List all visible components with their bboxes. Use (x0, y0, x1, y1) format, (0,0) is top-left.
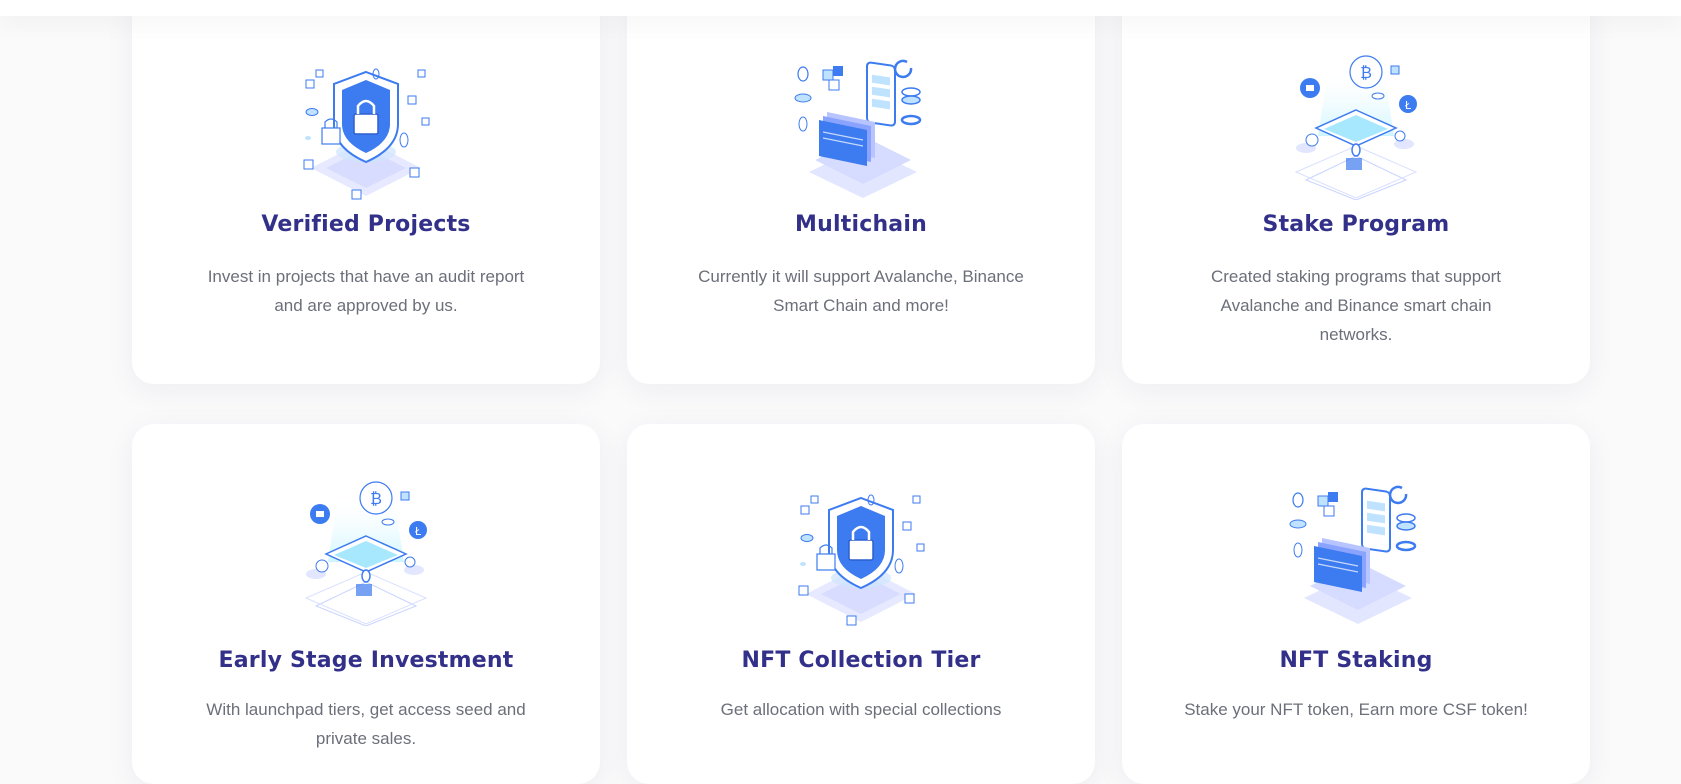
multichain-phone-icon (781, 40, 941, 200)
feature-description: Get allocation with special collections (720, 700, 1002, 719)
feature-description: Invest in projects that have an audit re… (207, 267, 525, 315)
shield-lock-icon (781, 466, 941, 626)
feature-card-verified-projects: Verified Projects Invest in projects tha… (132, 0, 600, 384)
feature-description: Stake your NFT token, Earn more CSF toke… (1184, 700, 1528, 719)
feature-title: Multichain (795, 212, 927, 237)
feature-title: NFT Collection Tier (741, 648, 981, 673)
feature-title: Early Stage Investment (218, 648, 514, 673)
crypto-tablet-icon: ₿ Ł (1276, 40, 1436, 201)
shield-lock-icon (286, 40, 446, 200)
feature-title: NFT Staking (1279, 648, 1433, 673)
feature-card-stake-program: ₿ Ł Stake Program Created staking progra… (1122, 0, 1590, 384)
top-header-strip (0, 0, 1681, 16)
feature-title: Verified Projects (261, 212, 471, 237)
feature-title: Stake Program (1262, 212, 1450, 237)
feature-card-multichain: Multichain Currently it will support Ava… (627, 0, 1095, 384)
svg-text:₿: ₿ (370, 489, 382, 508)
feature-card-early-stage-investment: ₿ Ł Early Stage Investment With launchpa… (132, 424, 600, 784)
multichain-phone-icon (1276, 466, 1436, 626)
svg-text:₿: ₿ (1360, 63, 1372, 82)
svg-text:Ł: Ł (1404, 99, 1412, 112)
svg-text:Ł: Ł (414, 525, 422, 538)
feature-card-nft-collection-tier: NFT Collection Tier Get allocation with … (627, 424, 1095, 784)
feature-description: Currently it will support Avalanche, Bin… (698, 267, 1024, 315)
feature-card-nft-staking: NFT Staking Stake your NFT token, Earn m… (1122, 424, 1590, 784)
crypto-tablet-icon: ₿ Ł (286, 466, 446, 627)
feature-description: With launchpad tiers, get access seed an… (206, 700, 526, 748)
features-grid: Verified Projects Invest in projects tha… (132, 0, 1591, 784)
feature-description: Created staking programs that support Av… (1210, 267, 1502, 344)
